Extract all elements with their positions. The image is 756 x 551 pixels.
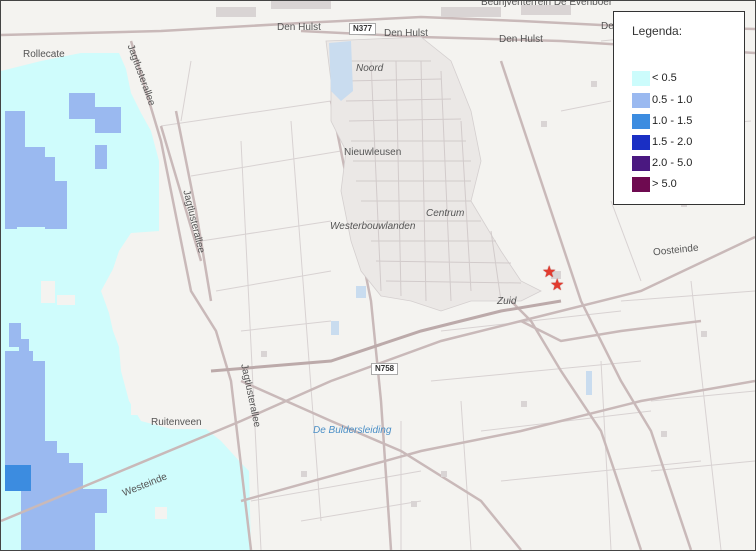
legend-swatch-0 bbox=[632, 70, 650, 86]
legend-label-5: > 5.0 bbox=[652, 178, 677, 190]
legend-label-4: 2.0 - 5.0 bbox=[652, 157, 693, 169]
legend-item-4: 2.0 - 5.0 bbox=[632, 155, 692, 171]
label-centrum: Centrum bbox=[426, 208, 465, 219]
label-ruitenveen: Ruitenveen bbox=[151, 417, 202, 428]
legend-label-2: 1.0 - 1.5 bbox=[652, 115, 693, 127]
legend-swatch-4 bbox=[632, 155, 650, 171]
legend-item-5: > 5.0 bbox=[632, 176, 677, 192]
label-buldersleiding: De Buldersleiding bbox=[313, 425, 392, 436]
label-den-hulst-1: Den Hulst bbox=[277, 22, 321, 33]
legend-item-0: < 0.5 bbox=[632, 70, 677, 86]
legend-swatch-1 bbox=[632, 92, 650, 108]
star-marker-2[interactable]: ★ bbox=[550, 278, 564, 294]
legend-title: Legenda: bbox=[632, 24, 683, 38]
legend-panel: Legenda: < 0.5 0.5 - 1.0 1.0 - 1.5 1.5 -… bbox=[613, 11, 745, 205]
legend-swatch-5 bbox=[632, 176, 650, 192]
road-shield-n758: N758 bbox=[371, 363, 399, 375]
label-noord: Noord bbox=[356, 63, 384, 74]
legend-label-3: 1.5 - 2.0 bbox=[652, 136, 693, 148]
label-de-edge: De bbox=[601, 21, 614, 32]
label-den-hulst-3: Den Hulst bbox=[499, 34, 543, 45]
label-zuid: Zuid bbox=[497, 296, 517, 307]
legend-label-1: 0.5 - 1.0 bbox=[652, 94, 693, 106]
map-frame[interactable]: Bedrijventerrein De Evenboer Den Hulst N… bbox=[0, 0, 756, 551]
label-bedrijventerrein: Bedrijventerrein De Evenboer bbox=[481, 0, 613, 8]
legend-item-1: 0.5 - 1.0 bbox=[632, 92, 692, 108]
legend-item-3: 1.5 - 2.0 bbox=[632, 134, 692, 150]
label-den-hulst-2: Den Hulst bbox=[384, 28, 428, 39]
legend-swatch-3 bbox=[632, 134, 650, 150]
legend-item-2: 1.0 - 1.5 bbox=[632, 113, 692, 129]
hazard-zone-1.0-1.5 bbox=[5, 465, 31, 491]
label-nieuwleusen: Nieuwleusen bbox=[344, 147, 402, 158]
road-shield-n377: N377 bbox=[349, 23, 377, 35]
label-rollecate: Rollecate bbox=[23, 49, 65, 60]
legend-swatch-2 bbox=[632, 113, 650, 129]
legend-label-0: < 0.5 bbox=[652, 72, 677, 84]
label-westerbouwlanden: Westerbouwlanden bbox=[330, 221, 416, 232]
